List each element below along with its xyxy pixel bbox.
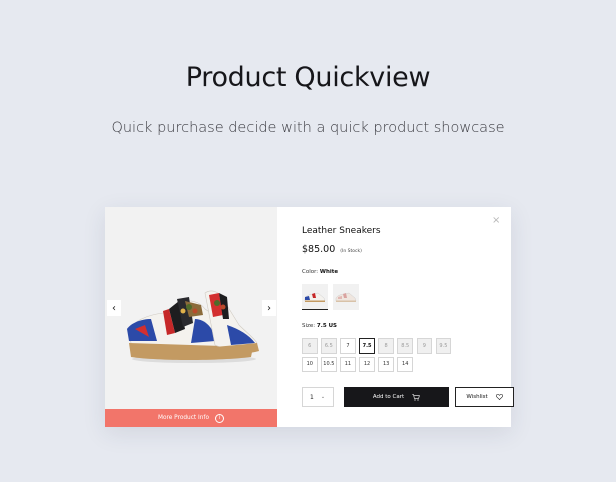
wishlist-button[interactable]: Wishlist <box>455 387 514 407</box>
product-price: $85.00 <box>302 244 336 255</box>
color-swatch-alt[interactable] <box>333 284 359 310</box>
size-option[interactable]: 9 <box>416 338 433 354</box>
quickview-modal: ‹ › More Product Info i × Leather Sneake… <box>105 207 514 427</box>
heart-icon <box>495 394 503 400</box>
cart-icon <box>412 393 420 401</box>
wishlist-label: Wishlist <box>466 394 488 400</box>
price-row: $85.00 (In Stock) <box>302 244 362 255</box>
selected-size-value: 7.5 US <box>316 323 337 329</box>
more-info-label: More Product Info <box>157 415 210 421</box>
chevron-left-icon: ‹ <box>112 302 116 314</box>
product-gallery: ‹ › More Product Info i <box>105 207 277 427</box>
quantity-select[interactable]: 1 ⌄ <box>302 387 334 407</box>
size-options: 6 6.5 7 7.5 8 8.5 9 9.5 10 10.5 11 12 13 14 <box>302 338 452 372</box>
color-swatch-white[interactable] <box>302 284 328 310</box>
chevron-down-icon: ⌄ <box>320 394 326 400</box>
size-option[interactable]: 6 <box>302 338 318 354</box>
size-option[interactable]: 9.5 <box>435 338 452 354</box>
size-option[interactable]: 10.5 <box>321 356 337 372</box>
size-option[interactable]: 11 <box>340 356 356 372</box>
size-option[interactable]: 10 <box>302 356 318 372</box>
quantity-value: 1 <box>310 393 314 401</box>
selected-color-value: White <box>319 269 339 275</box>
color-label: Color: White <box>302 269 339 275</box>
purchase-actions: 1 ⌄ Add to Cart Wishlist <box>302 387 514 407</box>
chevron-right-icon: › <box>267 302 271 314</box>
size-option[interactable]: 14 <box>397 356 413 372</box>
page-subtitle: Quick purchase decide with a quick produ… <box>111 120 505 136</box>
product-image <box>127 290 259 363</box>
info-icon: i <box>215 413 225 423</box>
size-option[interactable]: 12 <box>359 356 375 372</box>
product-name: Leather Sneakers <box>302 226 381 236</box>
size-option[interactable]: 8.5 <box>397 338 413 354</box>
size-label: Size: 7.5 US <box>302 323 337 329</box>
page-title: Product Quickview <box>185 62 431 93</box>
swatch-shoe-image <box>304 292 326 302</box>
size-option[interactable]: 7 <box>340 338 356 354</box>
color-swatches <box>302 284 359 310</box>
gallery-next-button[interactable]: › <box>262 300 276 316</box>
size-option[interactable]: 7.5 <box>359 338 375 354</box>
size-option[interactable]: 6.5 <box>321 338 337 354</box>
size-option[interactable]: 13 <box>378 356 394 372</box>
more-product-info-button[interactable]: More Product Info i <box>105 409 277 427</box>
close-icon[interactable]: × <box>492 215 500 226</box>
add-to-cart-button[interactable]: Add to Cart <box>344 387 449 407</box>
stock-status: (In Stock) <box>340 249 362 254</box>
size-option[interactable]: 8 <box>378 338 394 354</box>
product-details: × Leather Sneakers $85.00 (In Stock) Col… <box>302 207 514 427</box>
swatch-shoe-image <box>335 292 357 302</box>
add-to-cart-label: Add to Cart <box>372 394 405 400</box>
